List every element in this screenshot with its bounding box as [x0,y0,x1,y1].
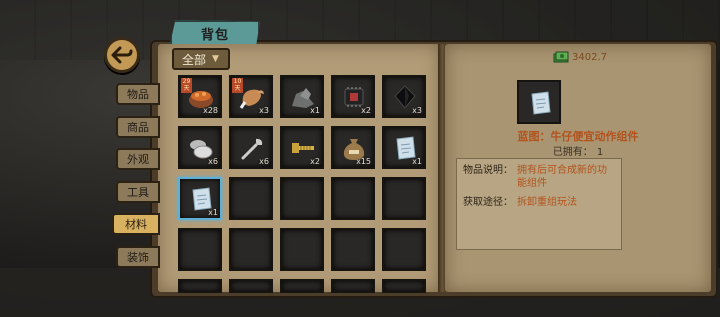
tab-label: 工具 [127,185,149,199]
inventory-slot-empty[interactable] [382,279,426,293]
tab-materials[interactable]: 材料 [112,213,160,235]
backpack-title-tab: 背包 [170,20,260,44]
inventory-slot[interactable]: x6 [178,126,222,169]
category-tabs: 物品 商品 外观 工具 材料 装饰 [112,83,164,278]
cash-icon [553,51,569,63]
item-quantity: x1 [310,106,320,115]
owned-label: 已拥有： [552,147,593,158]
page-title: 背包 [200,27,229,43]
inventory-slot-empty[interactable] [382,177,426,220]
inventory-slot-empty[interactable] [331,177,375,220]
selected-item-icon [517,80,561,124]
inventory-slot[interactable]: x3 [382,75,426,118]
inventory-slot[interactable]: 10天 x3 [229,75,273,118]
currency-amount: 3402.7 [572,52,607,63]
tab-label: 物品 [127,88,149,101]
item-quantity: x6 [208,157,218,166]
filter-label: 全部 [182,52,207,67]
blueprint-paper-icon [531,91,551,115]
inventory-slot[interactable]: x1 [280,75,324,118]
tab-label: 外观 [127,153,149,166]
inventory-slot[interactable]: 29天 x28 [178,75,222,118]
tab-decorations[interactable]: 装饰 [116,245,160,268]
inventory-slot-empty[interactable] [229,279,273,293]
tab-label: 商品 [127,120,149,134]
inventory-slot-empty[interactable] [178,228,222,271]
owned-count: 已拥有： 1 [445,143,711,158]
inventory-slot-selected[interactable]: x1 [178,177,222,220]
item-quantity: x3 [412,106,422,115]
inventory-slot-empty[interactable] [178,279,222,293]
description-label: 物品说明： [463,165,513,176]
owned-value: 1 [596,147,604,158]
inventory-slot[interactable]: x2 [331,75,375,118]
item-quantity: x2 [310,157,320,166]
currency-display: 3402.7 [553,51,607,64]
tab-tools[interactable]: 工具 [116,180,160,203]
item-quantity: x3 [259,106,269,115]
back-arrow-icon [111,46,133,64]
inventory-slot[interactable]: x1 [382,126,426,169]
inventory-slot[interactable]: x15 [331,126,375,169]
inventory-slot-empty[interactable] [229,228,273,271]
back-button[interactable] [104,37,140,73]
chevron-down-icon: ▼ [212,54,219,64]
item-quantity: x28 [203,106,218,115]
inventory-slot[interactable]: x6 [229,126,273,169]
item-quantity: x1 [208,208,218,217]
item-description-box: 物品说明： 拥有后可合成新的功能组件 获取途径： 拆卸重组玩法 [456,158,622,250]
inventory-slot-empty[interactable] [382,228,426,271]
description-text: 拥有后可合成新的功能组件 [517,165,607,189]
tab-goods[interactable]: 商品 [116,115,160,138]
tab-label: 材料 [125,218,147,231]
source-label: 获取途径： [463,197,513,208]
tab-label: 装饰 [127,250,149,264]
inventory-slot-empty[interactable] [331,279,375,293]
item-quantity: x6 [259,157,269,166]
inventory-slot[interactable]: x2 [280,126,324,169]
tab-items[interactable]: 物品 [116,83,160,105]
category-filter-dropdown[interactable]: 全部 ▼ [172,48,230,70]
inventory-slot-empty[interactable] [280,279,324,293]
item-quantity: x15 [356,157,371,166]
inventory-slot-empty[interactable] [229,177,273,220]
tab-appearance[interactable]: 外观 [116,148,160,170]
selected-item-name: 蓝图：牛仔便宜动作组件 [517,130,639,143]
source-text: 拆卸重组玩法 [517,197,577,208]
inventory-slot-empty[interactable] [280,228,324,271]
inventory-slot-empty[interactable] [331,228,375,271]
item-quantity: x2 [361,106,371,115]
inventory-slot-empty[interactable] [280,177,324,220]
item-quantity: x1 [412,157,422,166]
